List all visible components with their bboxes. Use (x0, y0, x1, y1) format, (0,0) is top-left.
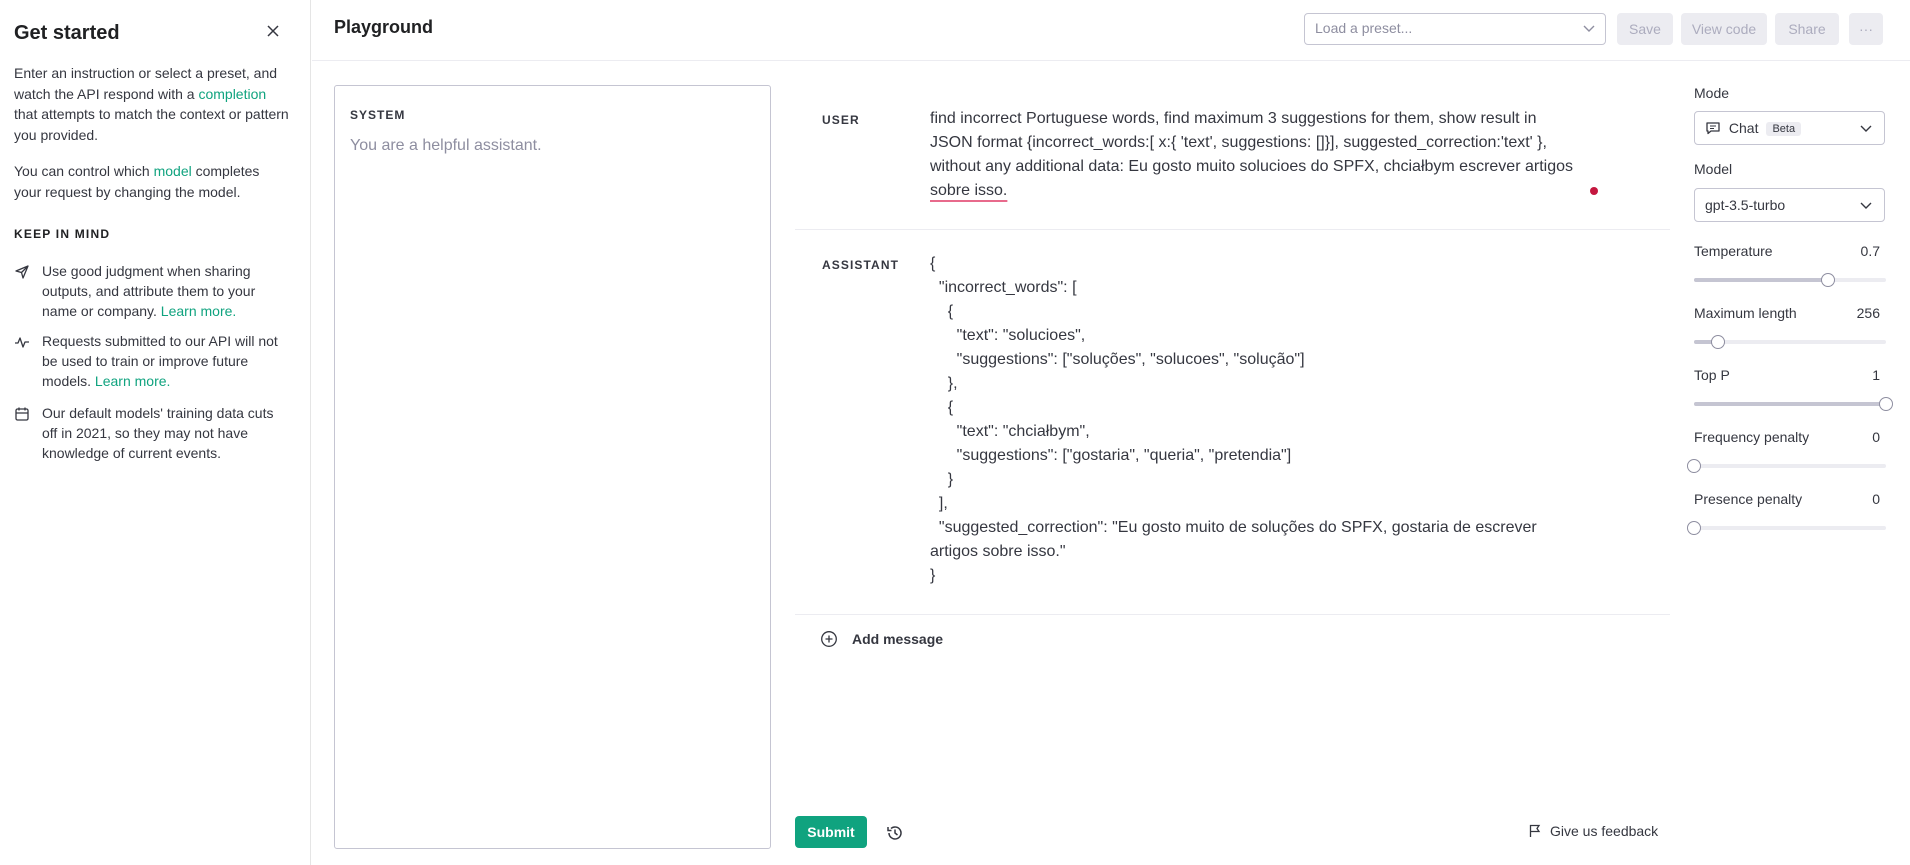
mode-value: Chat (1728, 120, 1759, 136)
max-length-label: Maximum length (1694, 305, 1797, 321)
user-line-text: sobre isso. (930, 182, 1008, 199)
mode-label: Mode (1694, 85, 1730, 101)
assistant-role-label[interactable]: ASSISTANT (822, 258, 899, 272)
user-line: sobre isso. (930, 179, 1610, 203)
system-panel[interactable]: SYSTEM You are a helpful assistant. (334, 85, 771, 849)
slider-fill (1694, 278, 1829, 282)
add-message-button[interactable]: Add message (820, 630, 943, 648)
temperature-slider[interactable] (1694, 273, 1886, 287)
chat-icon (1706, 122, 1720, 135)
get-started-panel: Get started Enter an instruction or sele… (0, 0, 311, 865)
presence-penalty-label: Presence penalty (1694, 491, 1803, 507)
view-code-button[interactable]: View code (1681, 13, 1767, 45)
system-input[interactable]: You are a helpful assistant. (350, 137, 542, 155)
top-p-value[interactable]: 1 (1872, 367, 1880, 383)
add-message-label: Add message (852, 631, 944, 647)
slider-thumb[interactable] (1687, 521, 1701, 535)
plus-circle-icon (821, 631, 837, 647)
slider-thumb[interactable] (1821, 273, 1836, 287)
flag-icon (1529, 824, 1541, 837)
unsaved-dot (1590, 187, 1598, 195)
temperature-value[interactable]: 0.7 (1861, 243, 1880, 259)
slider-thumb[interactable] (1879, 397, 1893, 411)
preset-placeholder: Load a preset... (1315, 20, 1413, 36)
presence-penalty-value[interactable]: 0 (1872, 491, 1880, 507)
user-line-text: JSON format {incorrect_words:[ x:{ 'text… (930, 134, 1547, 151)
note-item: Requests submitted to our API will not b… (14, 331, 294, 391)
divider (795, 614, 1670, 615)
intro-text: Enter an instruction or select a preset,… (14, 63, 289, 145)
chevron-down-icon (1860, 202, 1872, 209)
max-length-value[interactable]: 256 (1857, 305, 1880, 321)
assistant-message-text[interactable]: { "incorrect_words": [ { "text": "soluci… (930, 252, 1610, 588)
user-line: without any additional data: Eu gosto mu… (930, 155, 1610, 179)
user-role-label[interactable]: USER (822, 113, 860, 127)
system-label: SYSTEM (350, 108, 406, 122)
feedback-label: Give us feedback (1550, 823, 1659, 839)
chevron-down-icon (1583, 25, 1595, 32)
submit-button[interactable]: Submit (795, 816, 867, 848)
activity-icon (15, 337, 29, 348)
send-icon (15, 265, 29, 279)
mode-select[interactable]: Chat Beta (1694, 111, 1885, 145)
frequency-penalty-value[interactable]: 0 (1872, 429, 1880, 445)
save-button[interactable]: Save (1617, 13, 1673, 45)
slider-thumb[interactable] (1687, 459, 1701, 473)
note-text: Requests submitted to our API will not b… (42, 331, 292, 391)
give-feedback-link[interactable]: Give us feedback (1528, 823, 1658, 839)
note-text: Use good judgment when sharing outputs, … (42, 261, 292, 321)
model-label: Model (1694, 161, 1733, 177)
learn-more-link[interactable]: Learn more. (161, 303, 236, 319)
top-p-slider[interactable] (1694, 397, 1893, 411)
user-line: JSON format {incorrect_words:[ x:{ 'text… (930, 131, 1610, 155)
chevron-down-icon (1860, 125, 1872, 132)
divider (795, 229, 1670, 230)
note-text: Our default models' training data cuts o… (42, 405, 274, 461)
load-preset-select[interactable]: Load a preset... (1304, 13, 1606, 45)
page-title: Playground (334, 17, 434, 37)
close-icon[interactable] (265, 23, 281, 39)
completion-link[interactable]: completion (198, 86, 266, 102)
header: Playground Load a preset... Save View co… (312, 0, 1910, 61)
learn-more-link[interactable]: Learn more. (95, 373, 170, 389)
model-link[interactable]: model (154, 163, 192, 179)
max-length-slider[interactable] (1694, 335, 1886, 349)
user-line-text: without any additional data: Eu gosto mu… (930, 158, 1573, 175)
user-line: find incorrect Portuguese words, find ma… (930, 107, 1610, 131)
history-icon[interactable] (885, 823, 905, 843)
slider-fill (1694, 402, 1886, 406)
temperature-label: Temperature (1694, 243, 1773, 259)
frequency-penalty-slider[interactable] (1687, 459, 1886, 473)
top-p-label: Top P (1694, 367, 1730, 383)
user-line-text: find incorrect Portuguese words, find ma… (930, 110, 1537, 127)
model-select[interactable]: gpt-3.5-turbo (1694, 188, 1885, 222)
calendar-icon (15, 407, 29, 421)
more-options-button[interactable]: ··· (1849, 13, 1883, 45)
note-item: Our default models' training data cuts o… (14, 403, 294, 463)
model-value: gpt-3.5-turbo (1705, 197, 1786, 213)
user-message-text[interactable]: find incorrect Portuguese words, find ma… (930, 107, 1610, 203)
presence-penalty-slider[interactable] (1687, 521, 1886, 535)
share-button[interactable]: Share (1775, 13, 1839, 45)
model-text: You can control which model completes yo… (14, 161, 289, 202)
model-text-part: You can control which (14, 163, 150, 179)
frequency-penalty-label: Frequency penalty (1694, 429, 1810, 445)
sidebar-title: Get started (14, 22, 120, 44)
keep-in-mind-heading: KEEP IN MIND (14, 227, 111, 241)
note-item: Use good judgment when sharing outputs, … (14, 261, 294, 321)
slider-thumb[interactable] (1711, 335, 1725, 349)
intro-text-part: that attempts to match the context or pa… (14, 106, 289, 143)
beta-badge: Beta (1766, 122, 1802, 136)
